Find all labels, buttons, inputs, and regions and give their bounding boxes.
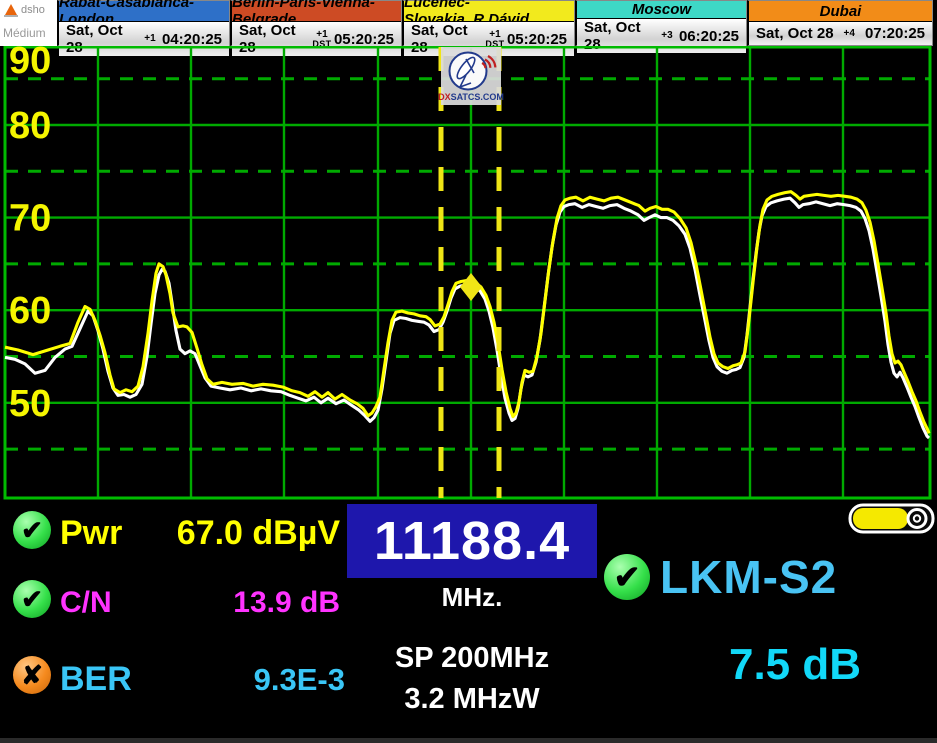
plot-frame xyxy=(5,47,930,498)
ber-cross-icon: ✘ xyxy=(13,656,51,694)
clock-city: Moscow xyxy=(577,1,746,19)
pwr-label: Pwr xyxy=(60,514,122,553)
clock-widget[interactable]: Dubai Sat, Oct 28 +4 07:20:25 xyxy=(747,0,933,46)
vlc-cone-icon xyxy=(5,4,17,15)
pwr-check-icon: ✔ xyxy=(13,511,51,549)
marker-diamond xyxy=(460,273,482,301)
clock-time: 04:20:25 xyxy=(162,31,222,48)
y-axis-label: 50 xyxy=(9,383,51,425)
cn-check-icon: ✔ xyxy=(13,580,51,618)
y-axis-label: 90 xyxy=(9,46,51,82)
clock-city: Berlin-Paris-Vienna-Belgrade xyxy=(232,1,401,22)
clock-widgets: Rabat-Casablanca-London Sat, Oct 28 +1 04:2… xyxy=(57,0,937,46)
clock-widget[interactable]: Rabat-Casablanca-LondonSat, Oct 28+104:2… xyxy=(57,0,230,46)
clock-city: Dubai xyxy=(749,1,932,22)
spectrum-plot[interactable]: 90 80 70 60 50 DXSATCS.COM xyxy=(0,46,937,502)
clock-widget[interactable]: Lučenec-Slovakia_R.DávidSat, Oct 28+1DST… xyxy=(402,0,575,46)
y-axis-label: 80 xyxy=(9,105,51,147)
clock-time: 06:20:25 xyxy=(679,28,739,45)
bandwidth-label: 3.2 MHzW xyxy=(347,679,597,720)
demod-check-icon: ✔ xyxy=(604,554,650,600)
battery-icon xyxy=(848,503,935,534)
y-axis-label: 60 xyxy=(9,290,51,332)
app-hint-text: dsho xyxy=(21,4,45,16)
clock-utc-offset: +1 xyxy=(316,30,327,40)
clock-widget[interactable]: MoscowSat, Oct 28+306:20:25 xyxy=(575,0,747,46)
clock-time: 05:20:25 xyxy=(507,31,567,48)
clock-time: 05:20:25 xyxy=(334,31,394,48)
window-bottom-edge xyxy=(0,738,937,743)
ber-label: BER xyxy=(60,660,132,699)
playlist-item-medium[interactable]: Médium xyxy=(3,26,46,40)
live-trace xyxy=(5,192,929,434)
frequency-value: 11188.4 xyxy=(374,510,570,572)
clock-utc-offset: +4 xyxy=(844,29,855,39)
frequency-display: 11188.4 xyxy=(347,504,597,578)
analyzer-screen: dsho Médium Rabat-Casablanca-London Sat, … xyxy=(0,0,937,743)
clock-utc-offset: +1 xyxy=(489,30,500,40)
clock-utc-offset: +1 xyxy=(144,34,155,44)
cn-value: 13.9 dB xyxy=(140,586,340,620)
cn-label: C/N xyxy=(60,586,112,620)
clock-time: 07:20:25 xyxy=(865,25,925,42)
frequency-unit: MHz. xyxy=(347,582,597,613)
y-axis-label: 70 xyxy=(9,198,51,240)
clock-city: Lučenec-Slovakia_R.Dávid xyxy=(404,1,574,22)
pwr-value: 67.0 dBµV xyxy=(140,514,340,553)
demod-standard-label: LKM-S2 xyxy=(660,550,837,604)
span-label: SP 200MHz xyxy=(347,638,597,679)
clock-date: Sat, Oct 28 xyxy=(756,25,834,42)
logo-text: DXSATCS.COM xyxy=(438,92,504,102)
ber-value: 9.3E-3 xyxy=(140,662,345,698)
clock-widget[interactable]: Berlin-Paris-Vienna-BelgradeSat, Oct 28+… xyxy=(230,0,402,46)
span-bandwidth-block: SP 200MHz 3.2 MHzW xyxy=(347,638,597,720)
link-margin-value: 7.5 dB xyxy=(660,640,930,690)
clock-utc-offset: +3 xyxy=(661,31,672,41)
dxsatcs-logo: DXSATCS.COM xyxy=(438,47,504,105)
clock-city: Rabat-Casablanca-London xyxy=(59,1,229,22)
top-clock-bar: dsho Médium Rabat-Casablanca-London Sat, … xyxy=(0,0,937,46)
media-player-fragment[interactable]: dsho Médium xyxy=(0,0,57,46)
